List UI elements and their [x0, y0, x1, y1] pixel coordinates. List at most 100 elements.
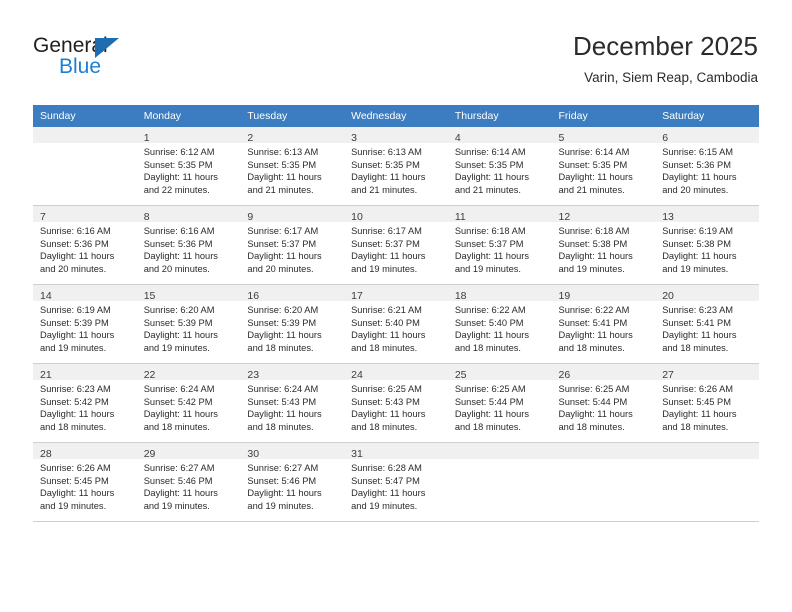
sunrise-text: Sunrise: 6:20 AM	[247, 305, 319, 315]
day-number-bar: 19	[551, 285, 656, 302]
daylight-text-line1: Daylight: 11 hours	[558, 330, 633, 341]
day-sun-info: Sunrise: 6:17 AM Sunset: 5:37 PM Daylight:…	[344, 222, 448, 275]
day-number-bar: 29	[136, 443, 241, 460]
day-number-bar: 7	[33, 206, 137, 223]
daylight-text-line2: and 19 minutes.	[351, 500, 418, 511]
daylight-text-line1: Daylight: 11 hours	[143, 488, 218, 499]
day-sun-info: Sunrise: 6:27 AM Sunset: 5:46 PM Daylight:…	[137, 459, 241, 512]
daylight-text-line1: Daylight: 11 hours	[247, 409, 322, 420]
calendar-day-cell[interactable]: 8 Sunrise: 6:16 AM Sunset: 5:36 PM Daylight…	[136, 205, 241, 285]
day-sun-info: Sunrise: 6:26 AM Sunset: 5:45 PM Daylight:…	[33, 459, 137, 512]
sunrise-text: Sunrise: 6:18 AM	[558, 226, 630, 236]
day-cell-inner: 31 Sunrise: 6:28 AM Sunset: 5:47 PM Dayligh…	[344, 443, 448, 521]
day-number-bar: 4	[447, 127, 552, 144]
day-number: 19	[558, 290, 571, 302]
calendar-day-cell[interactable]: 28 Sunrise: 6:26 AM Sunset: 5:45 PM Dayligh…	[33, 442, 137, 522]
sunset-text: Sunset: 5:44 PM	[454, 396, 524, 407]
day-sun-info: Sunrise: 6:13 AM Sunset: 5:35 PM Daylight:…	[344, 143, 448, 196]
calendar-day-cell[interactable]: 2 Sunrise: 6:13 AM Sunset: 5:35 PM Daylight…	[240, 127, 345, 206]
sunset-text: Sunset: 5:43 PM	[247, 396, 317, 407]
calendar-day-cell[interactable]: 4 Sunrise: 6:14 AM Sunset: 5:35 PM Daylight…	[447, 127, 552, 206]
sunrise-text: Sunrise: 6:24 AM	[143, 384, 215, 394]
calendar-day-cell[interactable]: 21 Sunrise: 6:23 AM Sunset: 5:42 PM Dayligh…	[33, 363, 137, 443]
sunset-text: Sunset: 5:44 PM	[558, 396, 628, 407]
sunset-text: Sunset: 5:46 PM	[247, 475, 317, 486]
calendar-day-cell[interactable]: 24 Sunrise: 6:25 AM Sunset: 5:43 PM Dayligh…	[344, 363, 448, 443]
calendar-day-cell[interactable]: 30 Sunrise: 6:27 AM Sunset: 5:46 PM Dayligh…	[240, 442, 345, 522]
calendar-day-cell[interactable]: 14 Sunrise: 6:19 AM Sunset: 5:39 PM Dayligh…	[33, 284, 137, 364]
day-sun-info: Sunrise: 6:20 AM Sunset: 5:39 PM Daylight:…	[240, 301, 344, 354]
calendar-day-cell[interactable]: 12 Sunrise: 6:18 AM Sunset: 5:38 PM Dayligh…	[551, 205, 656, 285]
general-blue-logo[interactable]: General Blue	[33, 34, 153, 82]
day-cell-inner	[33, 127, 137, 205]
calendar-day-cell[interactable]: 27 Sunrise: 6:26 AM Sunset: 5:45 PM Dayligh…	[655, 363, 759, 443]
sunset-text: Sunset: 5:42 PM	[143, 396, 213, 407]
day-number-bar: 17	[344, 285, 448, 302]
daylight-text-line2: and 19 minutes.	[558, 263, 625, 274]
daylight-text-line1: Daylight: 11 hours	[351, 251, 426, 262]
daylight-text-line2: and 19 minutes.	[40, 500, 107, 511]
day-sun-info: Sunrise: 6:26 AM Sunset: 5:45 PM Daylight:…	[655, 380, 759, 433]
day-cell-inner: 9 Sunrise: 6:17 AM Sunset: 5:37 PM Daylight…	[240, 206, 345, 284]
daylight-text-line2: and 20 minutes.	[662, 184, 729, 195]
calendar-day-cell[interactable]: 6 Sunrise: 6:15 AM Sunset: 5:36 PM Daylight…	[655, 127, 759, 206]
day-number: 18	[454, 290, 467, 302]
weekday-header-sunday: Sunday	[33, 105, 137, 127]
calendar-day-cell[interactable]: 7 Sunrise: 6:16 AM Sunset: 5:36 PM Daylight…	[33, 205, 137, 285]
page-subtitle: Varin, Siem Reap, Cambodia	[584, 70, 758, 85]
calendar-day-cell[interactable]: 11 Sunrise: 6:18 AM Sunset: 5:37 PM Dayligh…	[447, 205, 552, 285]
daylight-text-line1: Daylight: 11 hours	[40, 409, 115, 420]
day-sun-info: Sunrise: 6:24 AM Sunset: 5:43 PM Daylight:…	[240, 380, 344, 433]
day-sun-info: Sunrise: 6:17 AM Sunset: 5:37 PM Daylight:…	[240, 222, 344, 275]
calendar-day-cell[interactable]: 10 Sunrise: 6:17 AM Sunset: 5:37 PM Dayligh…	[344, 205, 448, 285]
calendar-day-cell[interactable]: 18 Sunrise: 6:22 AM Sunset: 5:40 PM Dayligh…	[447, 284, 552, 364]
day-number-bar: 16	[240, 285, 345, 302]
calendar-day-cell[interactable]: 31 Sunrise: 6:28 AM Sunset: 5:47 PM Dayligh…	[344, 442, 448, 522]
sunset-text: Sunset: 5:35 PM	[143, 159, 213, 170]
day-sun-info: Sunrise: 6:16 AM Sunset: 5:36 PM Daylight:…	[137, 222, 241, 275]
day-cell-inner: 17 Sunrise: 6:21 AM Sunset: 5:40 PM Dayligh…	[344, 285, 448, 363]
weekday-header-thursday: Thursday	[447, 105, 552, 127]
daylight-text-line1: Daylight: 11 hours	[558, 251, 633, 262]
sunrise-text: Sunrise: 6:21 AM	[351, 305, 422, 315]
calendar-body: 1 Sunrise: 6:12 AM Sunset: 5:35 PM Daylight…	[33, 127, 759, 522]
calendar-day-cell[interactable]: 1 Sunrise: 6:12 AM Sunset: 5:35 PM Daylight…	[136, 127, 241, 206]
day-cell-inner: 10 Sunrise: 6:17 AM Sunset: 5:37 PM Dayligh…	[344, 206, 448, 284]
calendar-day-cell[interactable]: 13 Sunrise: 6:19 AM Sunset: 5:38 PM Dayligh…	[655, 205, 759, 285]
calendar-week-row: 28 Sunrise: 6:26 AM Sunset: 5:45 PM Dayligh…	[33, 442, 759, 522]
calendar-day-cell[interactable]: 15 Sunrise: 6:20 AM Sunset: 5:39 PM Dayligh…	[136, 284, 241, 364]
calendar-day-cell[interactable]: 16 Sunrise: 6:20 AM Sunset: 5:39 PM Dayligh…	[240, 284, 345, 364]
calendar-day-cell[interactable]: 25 Sunrise: 6:25 AM Sunset: 5:44 PM Dayligh…	[447, 363, 552, 443]
day-number-bar: 3	[344, 127, 448, 144]
daylight-text-line1: Daylight: 11 hours	[143, 172, 218, 183]
calendar-day-cell[interactable]: 22 Sunrise: 6:24 AM Sunset: 5:42 PM Dayligh…	[136, 363, 241, 443]
day-cell-inner: 23 Sunrise: 6:24 AM Sunset: 5:43 PM Dayligh…	[240, 364, 345, 442]
day-number: 31	[351, 448, 363, 460]
day-cell-inner: 4 Sunrise: 6:14 AM Sunset: 5:35 PM Daylight…	[447, 127, 552, 205]
calendar-page: General Blue December 2025 Varin, Siem R…	[0, 0, 792, 612]
day-number: 3	[351, 132, 357, 144]
day-cell-inner: 11 Sunrise: 6:18 AM Sunset: 5:37 PM Dayligh…	[447, 206, 552, 284]
calendar-day-cell[interactable]: 5 Sunrise: 6:14 AM Sunset: 5:35 PM Daylight…	[551, 127, 656, 206]
calendar-day-cell[interactable]: 26 Sunrise: 6:25 AM Sunset: 5:44 PM Dayligh…	[551, 363, 656, 443]
daylight-text-line2: and 18 minutes.	[247, 421, 314, 432]
calendar-day-cell[interactable]: 17 Sunrise: 6:21 AM Sunset: 5:40 PM Dayligh…	[344, 284, 448, 364]
day-cell-inner: 7 Sunrise: 6:16 AM Sunset: 5:36 PM Daylight…	[33, 206, 137, 284]
daylight-text-line1: Daylight: 11 hours	[40, 330, 115, 341]
day-number: 1	[143, 132, 150, 144]
daylight-text-line1: Daylight: 11 hours	[143, 251, 218, 262]
calendar-day-cell[interactable]: 20 Sunrise: 6:23 AM Sunset: 5:41 PM Dayligh…	[655, 284, 759, 364]
daylight-text-line1: Daylight: 11 hours	[454, 409, 530, 420]
calendar-table: Sunday Monday Tuesday Wednesday Thursday…	[33, 105, 759, 522]
day-number: 14	[40, 290, 52, 302]
calendar-day-cell[interactable]: 23 Sunrise: 6:24 AM Sunset: 5:43 PM Dayligh…	[240, 363, 345, 443]
sunset-text: Sunset: 5:47 PM	[351, 475, 420, 486]
calendar-day-cell[interactable]: 19 Sunrise: 6:22 AM Sunset: 5:41 PM Dayligh…	[551, 284, 656, 364]
day-sun-info: Sunrise: 6:27 AM Sunset: 5:46 PM Daylight:…	[240, 459, 344, 512]
day-sun-info: Sunrise: 6:14 AM Sunset: 5:35 PM Daylight:…	[552, 143, 656, 196]
calendar-day-cell[interactable]: 9 Sunrise: 6:17 AM Sunset: 5:37 PM Daylight…	[240, 205, 345, 285]
calendar-day-cell[interactable]: 29 Sunrise: 6:27 AM Sunset: 5:46 PM Dayligh…	[136, 442, 241, 522]
day-sun-info: Sunrise: 6:18 AM Sunset: 5:37 PM Daylight:…	[448, 222, 552, 275]
calendar-day-cell[interactable]: 3 Sunrise: 6:13 AM Sunset: 5:35 PM Daylight…	[344, 127, 448, 206]
sunrise-text: Sunrise: 6:23 AM	[662, 305, 734, 315]
